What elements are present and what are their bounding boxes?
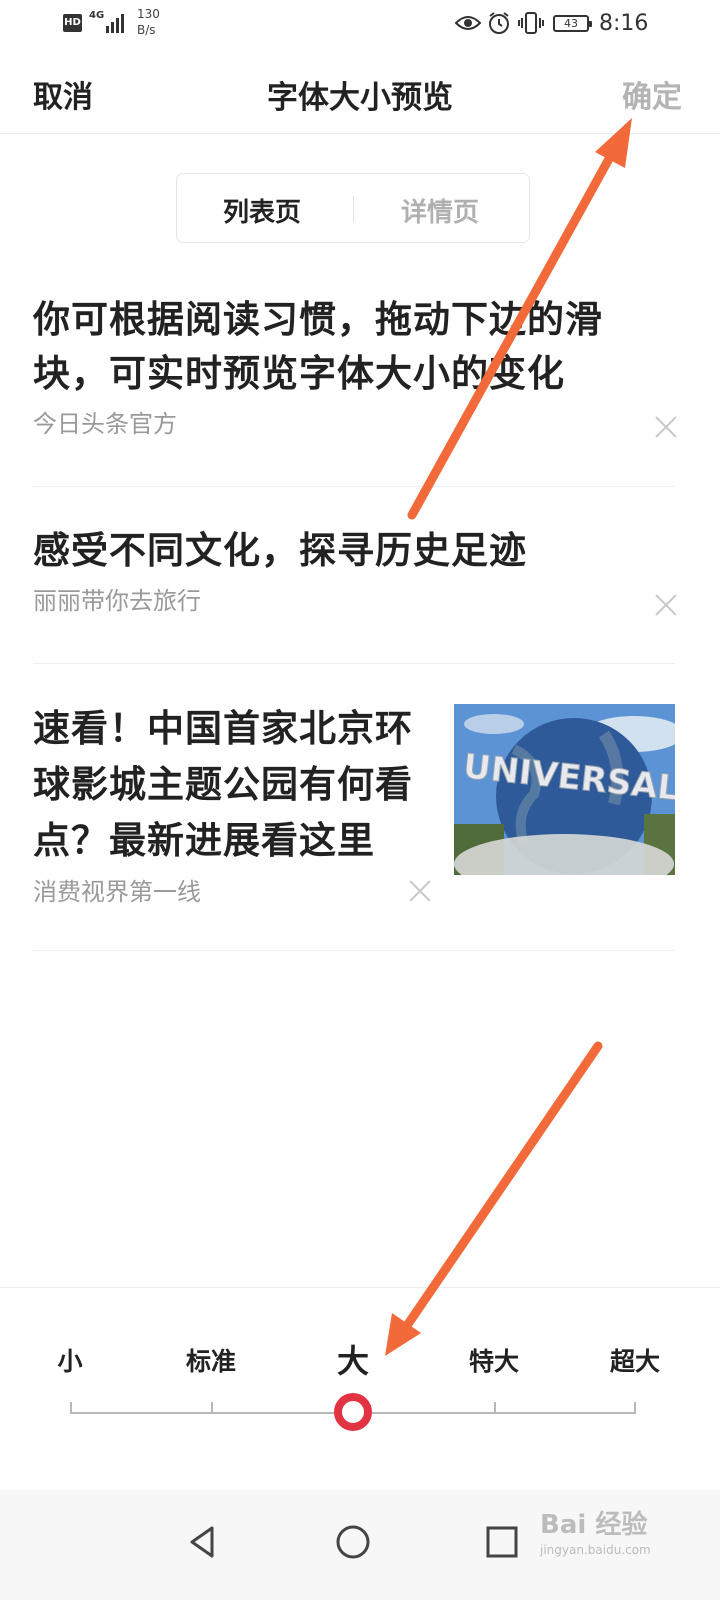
preview-tabs: 列表页 详情页 bbox=[176, 173, 530, 243]
hd-badge: HD bbox=[63, 14, 82, 32]
size-option-standard[interactable]: 标准 bbox=[171, 1342, 251, 1378]
status-bar: HD 4G 130 B/s 43 8:16 bbox=[0, 0, 720, 50]
home-icon bbox=[336, 1525, 370, 1559]
size-option-xxlarge[interactable]: 超大 bbox=[595, 1342, 675, 1378]
slider-thumb[interactable] bbox=[334, 1393, 372, 1431]
alarm-icon bbox=[489, 12, 509, 34]
baidu-watermark: Bai 经验 jingyan.baidu.com bbox=[540, 1510, 651, 1557]
globe-image: UNIVERSAL bbox=[454, 704, 675, 875]
close-icon[interactable] bbox=[409, 880, 431, 902]
back-icon bbox=[190, 1526, 214, 1558]
page-title: 字体大小预览 bbox=[267, 80, 453, 116]
arrow-to-large bbox=[385, 1041, 603, 1356]
network-type: 4G bbox=[89, 10, 105, 21]
tab-detail-page[interactable]: 详情页 bbox=[401, 192, 479, 229]
news-title: 你可根据阅读习惯，拖动下边的滑块，可实时预览字体大小的变化 bbox=[33, 297, 603, 395]
recents-button[interactable] bbox=[472, 1512, 532, 1572]
close-icon[interactable] bbox=[655, 594, 677, 616]
news-source: 丽丽带你去旅行 bbox=[33, 587, 201, 615]
network-speed: 130 B/s bbox=[137, 7, 160, 37]
slider-tick bbox=[494, 1402, 496, 1414]
size-option-xlarge[interactable]: 特大 bbox=[454, 1342, 534, 1378]
news-item[interactable]: 感受不同文化，探寻历史足迹 丽丽带你去旅行 bbox=[33, 523, 675, 664]
cancel-button[interactable]: 取消 bbox=[33, 72, 93, 116]
news-title: 感受不同文化，探寻历史足迹 bbox=[33, 528, 527, 572]
news-title: 速看！中国首家北京环球影城主题公园有何看点？最新进展看这里 bbox=[33, 706, 413, 862]
footer-divider bbox=[0, 1287, 720, 1288]
news-item[interactable]: 速看！中国首家北京环球影城主题公园有何看点？最新进展看这里 消费视界第一线 UN… bbox=[33, 700, 675, 951]
close-icon[interactable] bbox=[655, 416, 677, 438]
slider-tick bbox=[70, 1402, 72, 1414]
size-option-large[interactable]: 大 bbox=[313, 1336, 393, 1382]
news-source: 消费视界第一线 bbox=[33, 878, 201, 906]
recents-icon bbox=[486, 1526, 518, 1558]
slider-tick bbox=[634, 1402, 636, 1414]
confirm-button[interactable]: 确定 bbox=[622, 72, 682, 116]
slider-tick bbox=[211, 1402, 213, 1414]
size-option-small[interactable]: 小 bbox=[30, 1342, 110, 1378]
home-button[interactable] bbox=[323, 1512, 383, 1572]
eye-icon bbox=[455, 16, 481, 30]
battery-indicator: 43 bbox=[553, 15, 592, 32]
clock: 8:16 bbox=[599, 11, 649, 36]
news-thumbnail: UNIVERSAL bbox=[454, 704, 675, 875]
news-item[interactable]: 你可根据阅读习惯，拖动下边的滑块，可实时预览字体大小的变化 今日头条官方 bbox=[33, 292, 675, 487]
back-button[interactable] bbox=[172, 1512, 232, 1572]
vibrate-icon bbox=[518, 12, 544, 34]
tab-list-page[interactable]: 列表页 bbox=[223, 192, 301, 229]
tab-divider bbox=[353, 196, 354, 222]
signal-icon bbox=[106, 14, 124, 33]
header: 字体大小预览 取消 确定 bbox=[0, 50, 720, 134]
news-source: 今日头条官方 bbox=[33, 410, 177, 438]
navigation-bar: Bai 经验 jingyan.baidu.com bbox=[0, 1490, 720, 1600]
